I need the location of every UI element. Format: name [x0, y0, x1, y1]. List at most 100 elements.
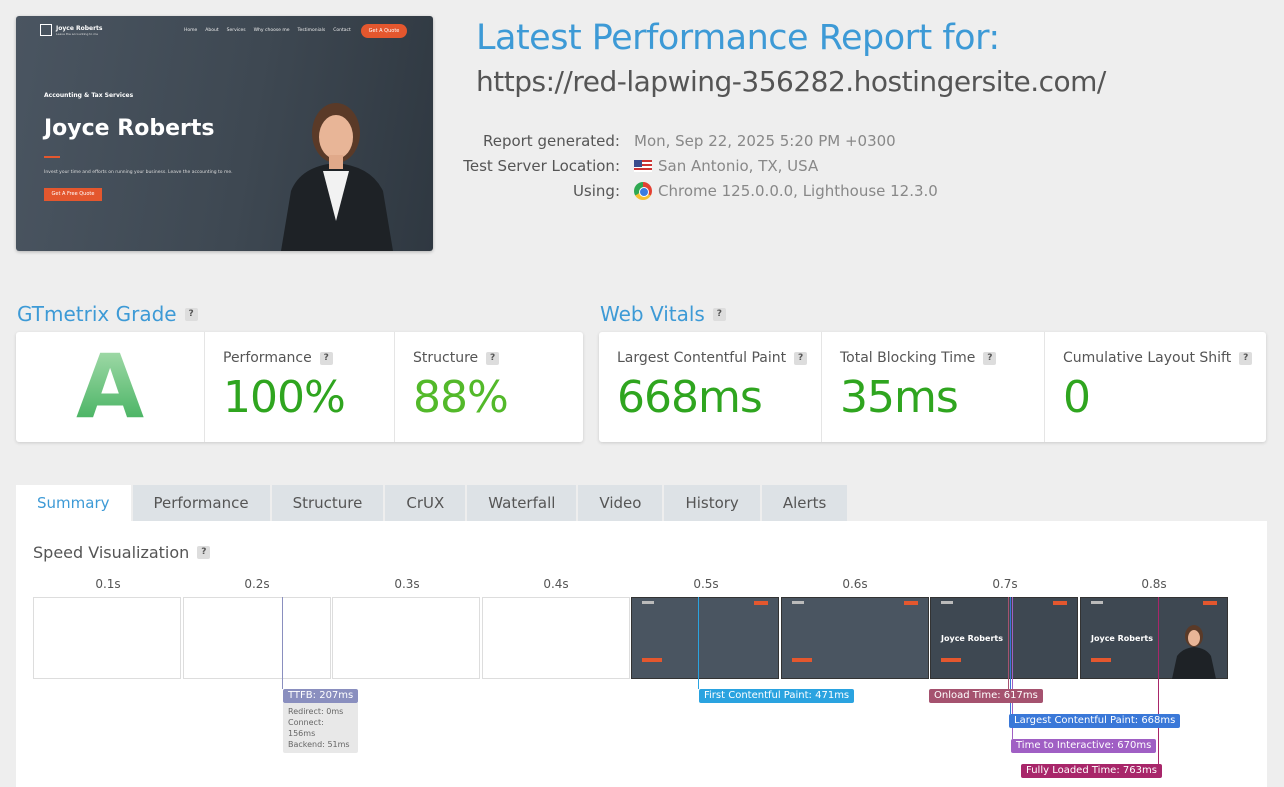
thumbnail-nav-item: About: [205, 28, 219, 33]
thumbnail-description: Invest your time and efforts on running …: [44, 170, 233, 175]
ttfb-detail: Redirect: 0ms: [288, 707, 344, 716]
meta-key: Using:: [572, 181, 620, 200]
fully-loaded-marker-line: [1158, 597, 1159, 764]
help-icon[interactable]: ?: [712, 307, 726, 321]
filmstrip-frame[interactable]: Joyce Roberts: [1080, 597, 1228, 679]
report-title: Latest Performance Report for:: [476, 18, 1000, 58]
time-tick: 0.6s: [842, 577, 868, 591]
person-photo-icon: [1172, 625, 1216, 679]
tbt-label: Total Blocking Time: [840, 350, 976, 366]
tab-performance[interactable]: Performance: [132, 485, 272, 522]
ttfb-marker-line: [282, 597, 283, 689]
help-icon[interactable]: ?: [486, 351, 500, 365]
speed-visualization-heading-text: Speed Visualization: [33, 543, 190, 562]
thumbnail-nav-item: Services: [226, 28, 246, 33]
tbt-value: 35ms: [840, 372, 959, 423]
performance-value: 100%: [223, 372, 346, 423]
filmstrip-frame[interactable]: [631, 597, 779, 679]
web-vitals-card: Largest Contentful Paint? 668ms Total Bl…: [599, 332, 1266, 442]
meta-row-using: Using: Chrome 125.0.0.0, Lighthouse 12.3…: [440, 178, 938, 203]
ttfb-label: TTFB: 207ms: [283, 689, 359, 703]
speed-visualization-heading: Speed Visualization?: [33, 543, 211, 562]
us-flag-icon: [634, 159, 652, 172]
logo-icon: [40, 24, 52, 36]
grade-card: A Performance? 100% Structure? 88%: [16, 332, 583, 442]
site-screenshot-thumbnail: Joyce Roberts Leave the accounting to me …: [16, 16, 433, 251]
frame-title: Joyce Roberts: [941, 634, 1003, 643]
help-icon[interactable]: ?: [983, 351, 997, 365]
gtmetrix-grade-heading-text: GTmetrix Grade: [17, 302, 177, 326]
filmstrip-frame[interactable]: [781, 597, 929, 679]
ttfb-detail: Connect: 156ms: [288, 718, 324, 738]
tab-summary[interactable]: Summary: [16, 485, 133, 522]
onload-label: Onload Time: 617ms: [929, 689, 1043, 703]
tbt-cell: Total Blocking Time? 35ms: [822, 332, 1045, 442]
meta-key: Report generated:: [482, 131, 620, 150]
frame-title: Joyce Roberts: [1091, 634, 1153, 643]
meta-value: San Antonio, TX, USA: [658, 156, 819, 175]
tab-crux[interactable]: CrUX: [385, 485, 468, 522]
lcp-value: 668ms: [617, 372, 763, 423]
structure-label: Structure: [413, 350, 479, 366]
filmstrip-frame[interactable]: Joyce Roberts: [930, 597, 1078, 679]
thumbnail-nav-item: Why choose me: [253, 28, 290, 33]
lcp-cell: Largest Contentful Paint? 668ms: [599, 332, 822, 442]
tab-alerts[interactable]: Alerts: [761, 485, 850, 522]
web-vitals-heading-text: Web Vitals: [600, 302, 705, 326]
thumbnail-button: Get A Free Quote: [44, 188, 102, 201]
help-icon[interactable]: ?: [1239, 351, 1253, 365]
lcp-timeline-label: Largest Contentful Paint: 668ms: [1009, 714, 1181, 728]
time-tick: 0.2s: [244, 577, 270, 591]
meta-row-generated: Report generated: Mon, Sep 22, 2025 5:20…: [440, 128, 938, 153]
filmstrip-frame[interactable]: [482, 597, 630, 679]
grade-cell: A: [16, 332, 205, 442]
tab-video[interactable]: Video: [578, 485, 665, 522]
web-vitals-heading: Web Vitals?: [600, 302, 726, 326]
meta-row-location: Test Server Location: San Antonio, TX, U…: [440, 153, 938, 178]
ttfb-details: Redirect: 0ms Connect: 156ms Backend: 51…: [283, 703, 358, 753]
cls-cell: Cumulative Layout Shift? 0: [1045, 332, 1266, 442]
tab-structure[interactable]: Structure: [271, 485, 386, 522]
thumbnail-kicker: Accounting & Tax Services: [44, 92, 134, 99]
time-tick: 0.8s: [1141, 577, 1167, 591]
meta-value: Mon, Sep 22, 2025 5:20 PM +0300: [634, 131, 896, 150]
help-icon[interactable]: ?: [184, 307, 198, 321]
onload-marker-line: [1008, 597, 1009, 689]
lcp-label: Largest Contentful Paint: [617, 350, 787, 366]
filmstrip-frame[interactable]: [33, 597, 181, 679]
thumbnail-cta: Get A Quote: [361, 24, 407, 38]
tab-history[interactable]: History: [664, 485, 762, 522]
meta-key: Test Server Location:: [463, 156, 620, 175]
structure-cell: Structure? 88%: [395, 332, 583, 442]
time-tick: 0.1s: [95, 577, 121, 591]
thumbnail-nav-item: Testimonials: [297, 28, 326, 33]
help-icon[interactable]: ?: [794, 351, 808, 365]
cls-value: 0: [1063, 372, 1091, 423]
time-tick: 0.7s: [992, 577, 1018, 591]
performance-label: Performance: [223, 350, 312, 366]
fcp-marker-line: [698, 597, 699, 689]
thumbnail-brand: Joyce Roberts: [56, 24, 103, 32]
thumbnail-divider: [44, 156, 60, 158]
tti-label: Time to Interactive: 670ms: [1011, 739, 1157, 753]
thumbnail-brand-tagline: Leave the accounting to me: [56, 31, 99, 36]
cls-label: Cumulative Layout Shift: [1063, 350, 1232, 366]
thumbnail-logo: Joyce Roberts Leave the accounting to me: [40, 24, 103, 36]
performance-cell: Performance? 100%: [205, 332, 395, 442]
thumbnail-nav-item: Contact: [333, 28, 351, 33]
report-tabs: Summary Performance Structure CrUX Water…: [16, 485, 850, 522]
help-icon[interactable]: ?: [197, 546, 211, 559]
report-url[interactable]: https://red-lapwing-356282.hostingersite…: [476, 65, 1106, 98]
time-tick: 0.4s: [543, 577, 569, 591]
thumbnail-hero: Joyce Roberts: [44, 116, 215, 141]
structure-value: 88%: [413, 372, 509, 423]
ttfb-detail: Backend: 51ms: [288, 740, 350, 749]
filmstrip-frame[interactable]: [332, 597, 480, 679]
report-meta: Report generated: Mon, Sep 22, 2025 5:20…: [440, 128, 938, 203]
meta-value: Chrome 125.0.0.0, Lighthouse 12.3.0: [658, 181, 938, 200]
help-icon[interactable]: ?: [319, 351, 333, 365]
tab-waterfall[interactable]: Waterfall: [467, 485, 579, 522]
filmstrip-frame[interactable]: [183, 597, 331, 679]
thumbnail-nav-item: Home: [184, 28, 198, 33]
time-tick: 0.3s: [394, 577, 420, 591]
